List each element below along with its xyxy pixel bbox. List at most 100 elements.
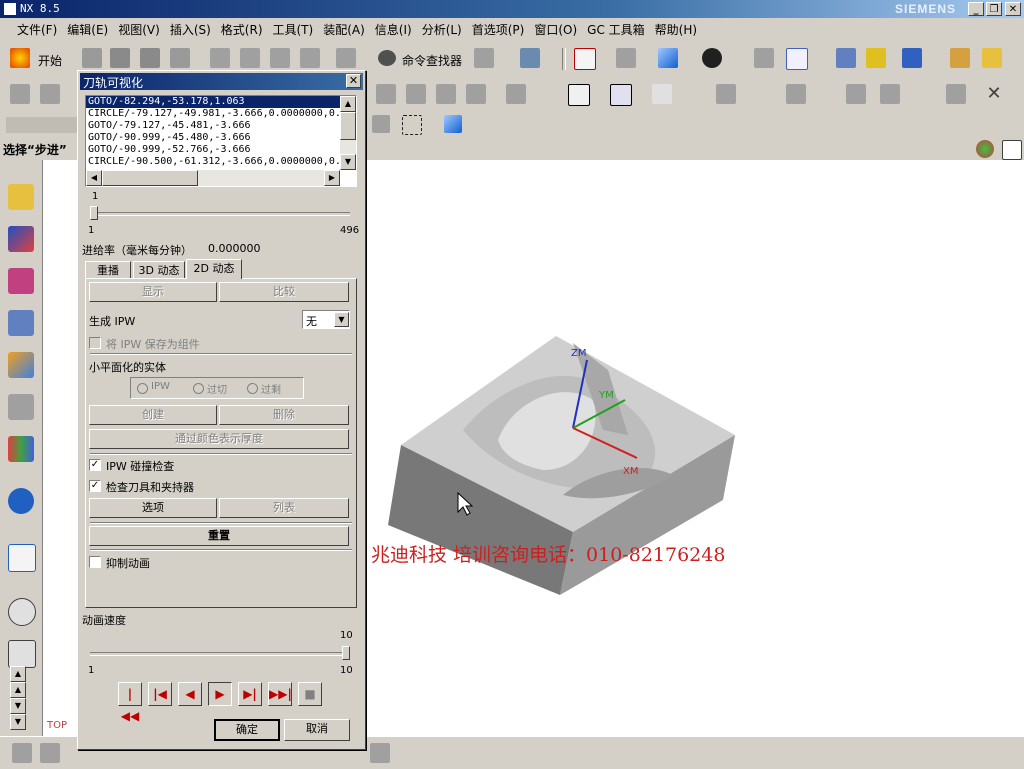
toolpath-icon[interactable] bbox=[836, 48, 856, 68]
ruler-icon[interactable] bbox=[950, 48, 970, 68]
menu-item-12[interactable]: 帮助(H) bbox=[650, 18, 702, 41]
history-icon[interactable] bbox=[8, 544, 36, 572]
probe-icon[interactable] bbox=[846, 84, 866, 104]
pencil-icon[interactable] bbox=[982, 48, 1002, 68]
rectangle-select-icon[interactable] bbox=[402, 115, 422, 135]
select-icon[interactable] bbox=[372, 115, 390, 133]
scroll-down-icon[interactable]: ▼ bbox=[10, 698, 26, 714]
clock-icon[interactable] bbox=[8, 598, 36, 626]
status-tool-icon-1[interactable] bbox=[12, 743, 32, 763]
operation-navigator-icon[interactable] bbox=[8, 310, 34, 336]
menu-item-11[interactable]: GC 工具箱 bbox=[582, 18, 650, 41]
status-tool-icon-3[interactable] bbox=[370, 743, 390, 763]
verify-icon[interactable] bbox=[902, 48, 922, 68]
check-tool-holder-checkbox[interactable]: ✓ bbox=[89, 480, 101, 492]
tool-icon[interactable] bbox=[436, 84, 456, 104]
close-window-button[interactable]: ✕ bbox=[1005, 2, 1021, 16]
thickness-by-color-button[interactable]: 通过颜色表示厚度 bbox=[89, 429, 349, 449]
toolpath-slider-thumb[interactable] bbox=[90, 206, 98, 220]
shop-doc-icon[interactable] bbox=[786, 84, 806, 104]
restore-button[interactable]: ❐ bbox=[986, 2, 1002, 16]
delete-icon[interactable] bbox=[300, 48, 320, 68]
ipw-collision-checkbox[interactable]: ✓ bbox=[89, 459, 101, 471]
command-finder-icon[interactable] bbox=[378, 50, 396, 66]
dialog-close-button[interactable]: ✕ bbox=[346, 74, 361, 88]
sketch-icon[interactable] bbox=[40, 84, 60, 104]
list-item[interactable]: CIRCLE/-79.127,-49.981,-3.666,0.0000000,… bbox=[86, 108, 340, 120]
new-file-icon[interactable] bbox=[82, 48, 102, 68]
save-ipw-checkbox[interactable] bbox=[89, 337, 101, 349]
open-file-icon[interactable] bbox=[110, 48, 130, 68]
select-body-icon[interactable] bbox=[444, 115, 462, 133]
fast-forward-to-end-icon[interactable]: ▶▶| bbox=[268, 682, 292, 706]
list-item[interactable]: GOTO/-82.294,-53.178,1.063 bbox=[86, 96, 340, 108]
list-button[interactable]: 列表 bbox=[219, 498, 349, 518]
speed-slider-track[interactable] bbox=[90, 652, 350, 656]
render-icon[interactable] bbox=[616, 48, 636, 68]
step-back-icon[interactable]: |◀ bbox=[148, 682, 172, 706]
scroll-up-icon[interactable]: ▲ bbox=[10, 666, 26, 682]
list-toolpath-icon[interactable] bbox=[652, 84, 672, 104]
replay-icon[interactable] bbox=[610, 84, 632, 106]
menu-item-1[interactable]: 编辑(E) bbox=[62, 18, 113, 41]
ok-button[interactable]: 确定 bbox=[214, 719, 280, 741]
step-forward-icon[interactable]: ▶| bbox=[238, 682, 262, 706]
machine-navigator-icon[interactable] bbox=[8, 352, 34, 378]
dialog-title-bar[interactable]: 刀轨可视化 ✕ bbox=[80, 73, 363, 90]
menu-item-6[interactable]: 装配(A) bbox=[318, 18, 370, 41]
copy-icon[interactable] bbox=[240, 48, 260, 68]
minimize-button[interactable]: _ bbox=[968, 2, 984, 16]
command-finder-button[interactable]: 命令查找器 bbox=[402, 52, 462, 69]
start-button[interactable]: 开始 bbox=[38, 52, 62, 69]
constraint-navigator-icon[interactable] bbox=[8, 226, 34, 252]
list-item[interactable]: GOTO/-90.999,-45.480,-3.666 bbox=[86, 132, 340, 144]
radio-ipw[interactable] bbox=[137, 383, 148, 394]
web-browser-icon[interactable] bbox=[8, 488, 34, 514]
menu-item-9[interactable]: 首选项(P) bbox=[467, 18, 530, 41]
workpiece-icon[interactable] bbox=[946, 84, 966, 104]
list-scroll-down-icon[interactable]: ▼ bbox=[340, 154, 356, 170]
create-button[interactable]: 创建 bbox=[89, 405, 217, 425]
info-icon[interactable] bbox=[520, 48, 540, 68]
status-tool-icon-2[interactable] bbox=[40, 743, 60, 763]
speed-slider-thumb[interactable] bbox=[342, 646, 350, 660]
menu-item-8[interactable]: 分析(L) bbox=[417, 18, 467, 41]
cut-icon[interactable] bbox=[210, 48, 230, 68]
start-icon[interactable] bbox=[10, 48, 30, 68]
method-icon[interactable] bbox=[506, 84, 526, 104]
list-item[interactable]: GOTO/-79.127,-45.481,-3.666 bbox=[86, 120, 340, 132]
print-icon[interactable] bbox=[170, 48, 190, 68]
save-icon[interactable] bbox=[140, 48, 160, 68]
assembly-navigator-icon[interactable] bbox=[8, 184, 34, 210]
reset-button[interactable]: 重置 bbox=[89, 526, 349, 546]
rewind-to-start-icon[interactable]: |◀◀ bbox=[118, 682, 142, 723]
menu-item-3[interactable]: 插入(S) bbox=[165, 18, 216, 41]
operation-icon[interactable] bbox=[376, 84, 396, 104]
menu-item-5[interactable]: 工具(T) bbox=[268, 18, 319, 41]
tab-replay[interactable]: 重播 bbox=[85, 261, 131, 279]
orient-view-icon[interactable] bbox=[702, 48, 722, 68]
play-forward-icon[interactable]: ▶ bbox=[208, 682, 232, 706]
feature-icon[interactable] bbox=[10, 84, 30, 104]
filter-icon[interactable] bbox=[474, 48, 494, 68]
suppress-animation-checkbox[interactable] bbox=[89, 556, 101, 568]
display-button[interactable]: 显示 bbox=[89, 282, 217, 302]
menu-item-4[interactable]: 格式(R) bbox=[216, 18, 268, 41]
postprocess-icon[interactable] bbox=[716, 84, 736, 104]
list-item[interactable]: GOTO/-90.999,-52.766,-3.666 bbox=[86, 144, 340, 156]
layer-icon[interactable] bbox=[754, 48, 774, 68]
radio-excess[interactable] bbox=[247, 383, 258, 394]
part-navigator-icon[interactable] bbox=[8, 268, 34, 294]
compare-button[interactable]: 比较 bbox=[219, 282, 349, 302]
close-toolbar-icon[interactable]: ✕ bbox=[984, 84, 1004, 104]
tab-3d-dynamic[interactable]: 3D 动态 bbox=[133, 261, 185, 279]
list-horizontal-scrollbar[interactable]: ◀ ▶ bbox=[86, 170, 340, 186]
scroll-down2-icon[interactable]: ▼ bbox=[10, 714, 26, 730]
program-icon[interactable] bbox=[406, 84, 426, 104]
generate-ipw-select[interactable]: 无 ▼ bbox=[302, 310, 350, 329]
menu-item-0[interactable]: 文件(F) bbox=[12, 18, 62, 41]
scroll-up2-icon[interactable]: ▲ bbox=[10, 682, 26, 698]
undo-icon[interactable] bbox=[336, 48, 356, 68]
cancel-button[interactable]: 取消 bbox=[284, 719, 350, 741]
tab-2d-dynamic[interactable]: 2D 动态 bbox=[186, 259, 242, 279]
